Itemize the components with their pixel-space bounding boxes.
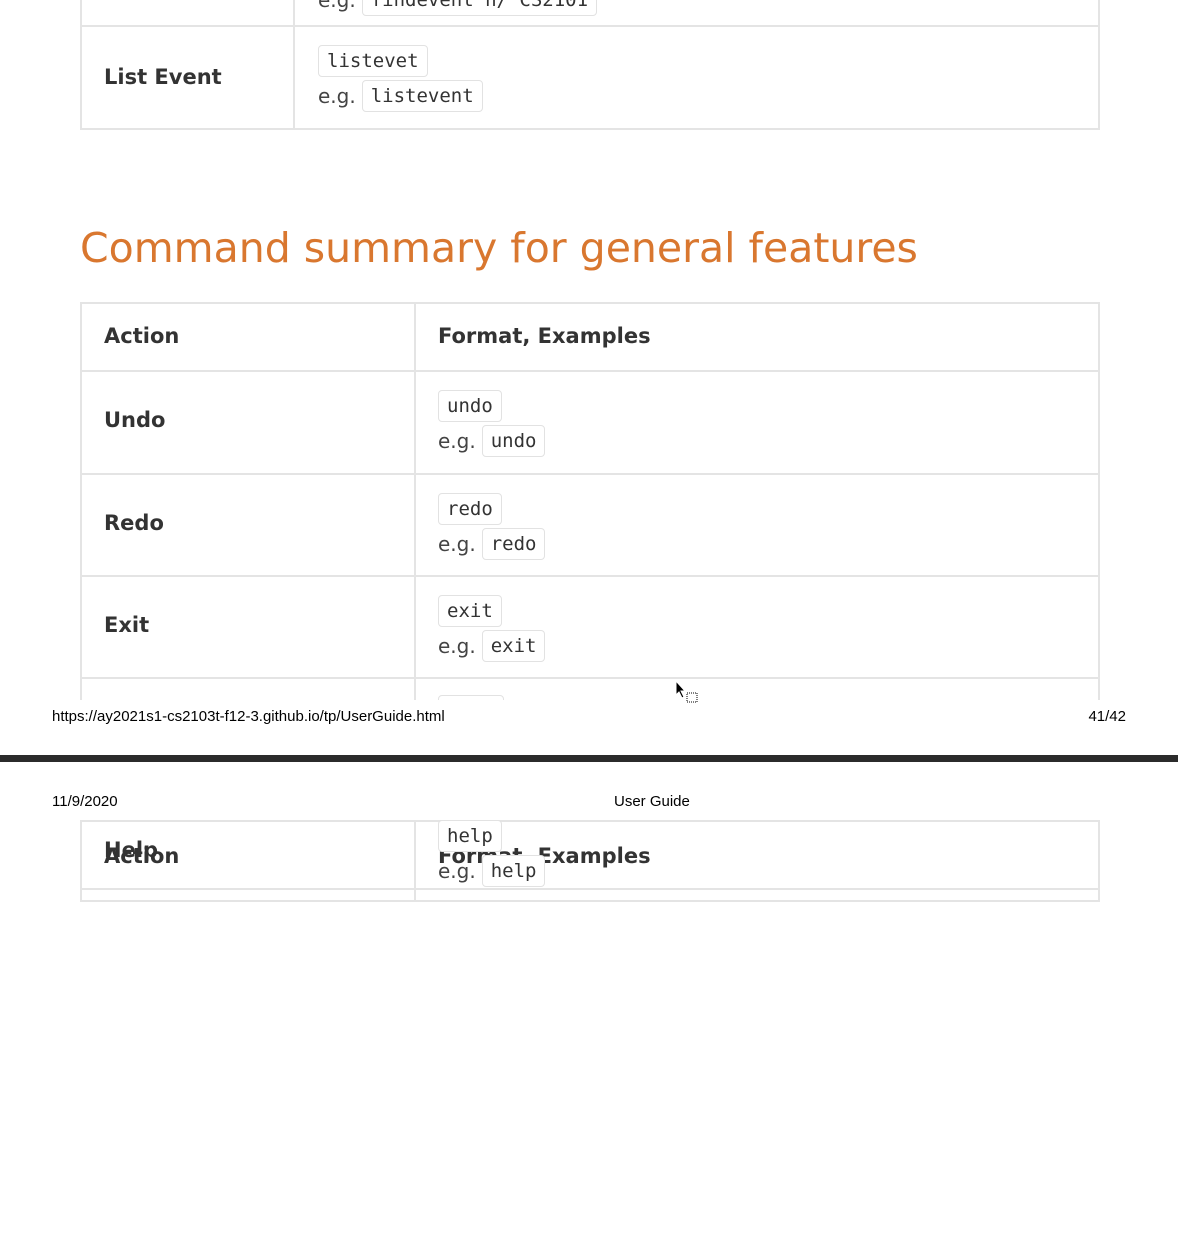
page-header-date: 11/9/2020: [52, 793, 118, 810]
action-label-help: Help: [104, 838, 159, 862]
code-format: redo: [438, 492, 502, 525]
action-label: Redo: [104, 511, 164, 535]
code-example: redo: [481, 527, 546, 560]
page-header-title: User Guide: [614, 793, 690, 810]
code-format: help: [438, 819, 502, 852]
general-commands-table: Action Format, Examples Undo undo e.g. un…: [80, 302, 1100, 700]
code-example: exit: [481, 629, 546, 662]
page-footer-url: https://ay2021s1-cs2103t-f12-3.github.io…: [52, 708, 445, 725]
code-format: undo: [438, 389, 502, 422]
action-label: Undo: [104, 408, 166, 432]
code-example: help: [481, 854, 546, 887]
table-row-partial: [82, 677, 1098, 700]
code-format: exit: [438, 594, 502, 627]
header-format: Format, Examples: [438, 324, 651, 348]
mouse-cursor-icon: [675, 680, 698, 703]
general-commands-table-continued: Action Format, Examples Help help e.g.he…: [80, 819, 1100, 902]
action-label: Exit: [104, 613, 150, 637]
table-row-redo: Redo redo e.g. redo: [82, 473, 1098, 576]
header-action: Action: [104, 324, 180, 348]
table-row-exit: Exit exit e.g. exit: [82, 575, 1098, 678]
page-number: 41/42: [1088, 708, 1126, 725]
code-example: undo: [481, 424, 546, 457]
page-separator: [0, 755, 1178, 762]
table-row-undo: Undo undo e.g. undo: [82, 370, 1098, 473]
